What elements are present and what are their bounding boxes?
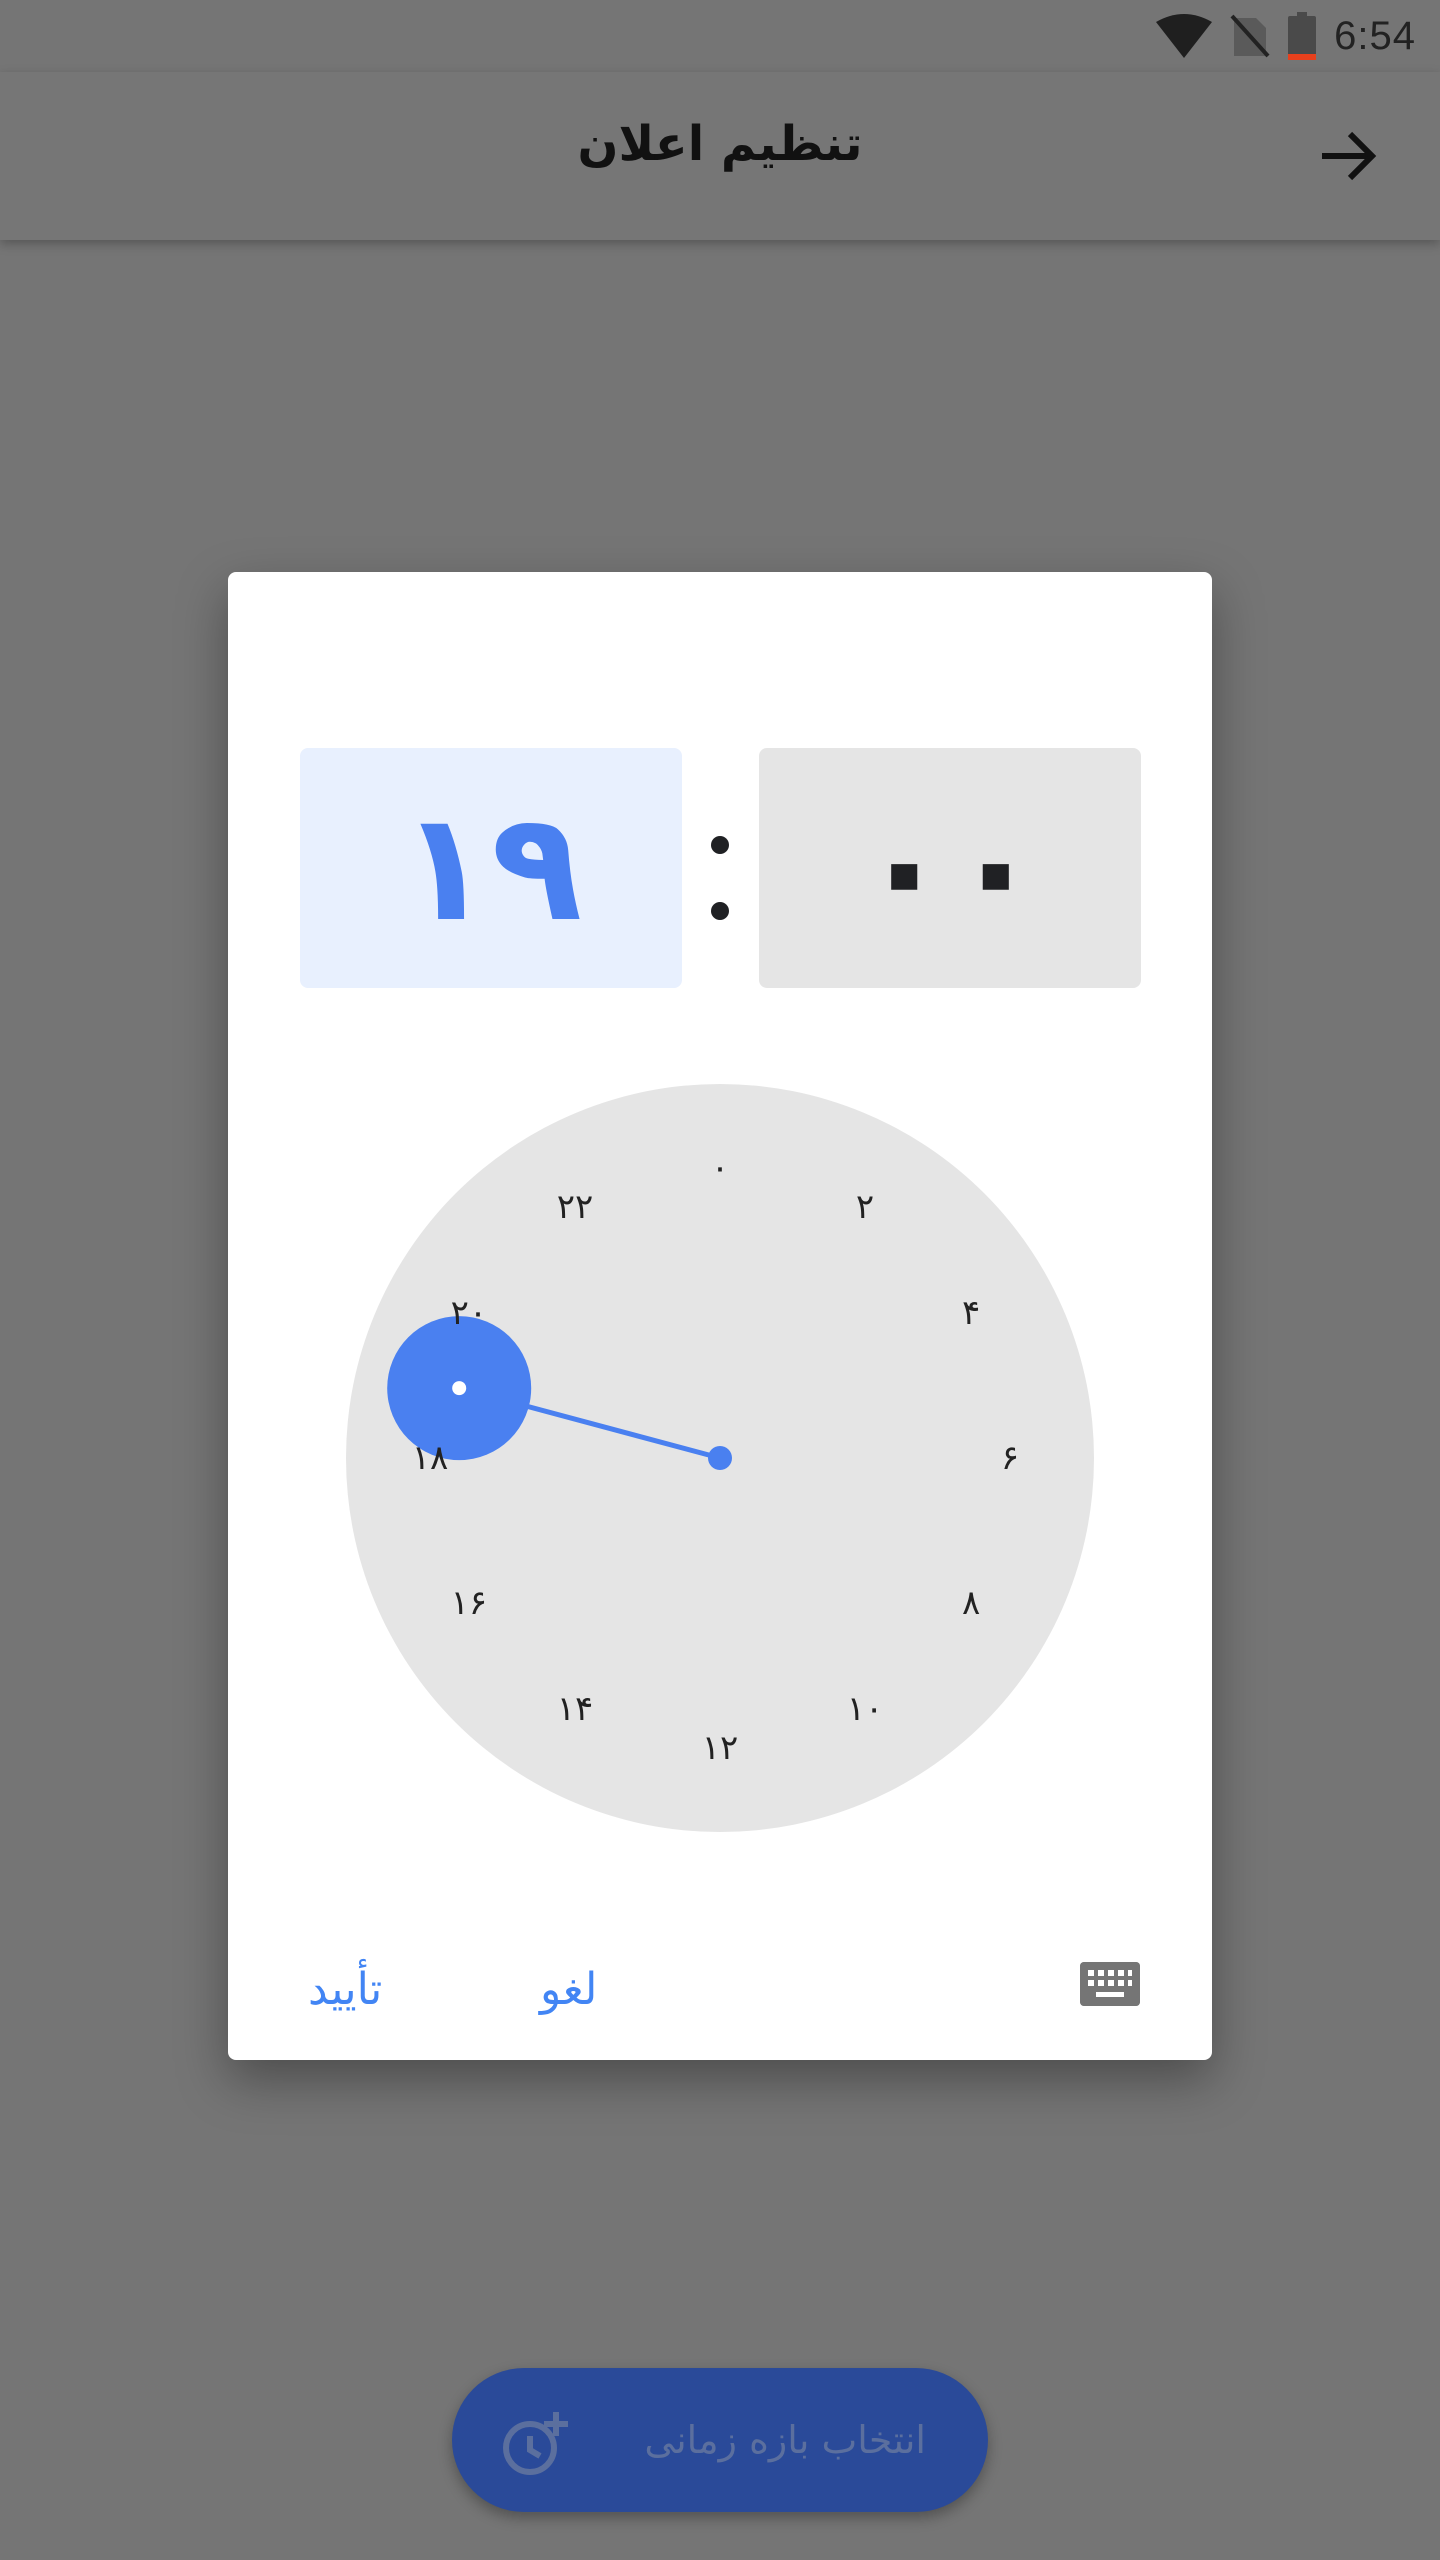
clock-number[interactable]: ۲۰ [439, 1291, 499, 1335]
page-title: تنظیم اعلان [577, 116, 863, 172]
fab-label: انتخاب بازه زمانی [644, 2418, 926, 2462]
time-separator [706, 836, 734, 936]
status-time: 6:54 [1334, 13, 1416, 58]
clock-number[interactable]: ۸ [941, 1581, 1001, 1625]
clock-number[interactable]: ۲ [835, 1185, 895, 1229]
status-bar: 6:54 [0, 0, 1440, 72]
clock-number[interactable]: ۴ [941, 1291, 1001, 1335]
clock-number[interactable]: ۱۸ [400, 1436, 460, 1480]
arrow-forward-icon[interactable] [1316, 124, 1380, 188]
cancel-button[interactable]: لغو [540, 1940, 597, 2040]
confirm-button[interactable]: تأیید [308, 1940, 382, 2040]
clock-number[interactable]: ۱۰ [835, 1687, 895, 1731]
clock-number[interactable]: ۱۶ [439, 1581, 499, 1625]
clock-center-dot [708, 1446, 732, 1470]
select-time-range-button[interactable]: انتخاب بازه زمانی [452, 2368, 988, 2512]
hour-display[interactable]: ۱۹ [300, 748, 682, 988]
keyboard-icon[interactable] [1080, 1962, 1140, 2006]
dialog-actions: تأیید لغو [228, 1940, 1212, 2040]
clock-number[interactable]: ۲۲ [545, 1185, 605, 1229]
wifi-icon [1156, 14, 1213, 58]
add-alarm-icon [503, 2412, 568, 2475]
clock-number[interactable]: ۱۲ [690, 1726, 750, 1770]
app-bar: تنظیم اعلان [0, 72, 1440, 240]
clock-dial[interactable]: ۰ ۲ ۴ ۶ ۸ ۱۰ ۱۲ ۱۴ ۱۶ ۱۸ ۲۰ ۲۲ [346, 1084, 1094, 1832]
clock-number[interactable]: ۱۴ [545, 1687, 605, 1731]
clock-selector-dot [452, 1381, 467, 1396]
battery-icon [1288, 12, 1317, 60]
clock-number[interactable]: ۰ [690, 1146, 750, 1190]
minute-display[interactable]: ۰۰ [759, 748, 1141, 988]
no-sim-icon [1230, 14, 1270, 58]
status-icons: 6:54 [1156, 10, 1416, 62]
time-picker-dialog: ۱۹ ۰۰ ۰ ۲ ۴ ۶ ۸ ۱۰ ۱۲ ۱۴ ۱۶ ۱۸ ۲۰ ۲۲ تأیید لغو [228, 572, 1212, 2060]
clock-number[interactable]: ۶ [980, 1436, 1040, 1480]
